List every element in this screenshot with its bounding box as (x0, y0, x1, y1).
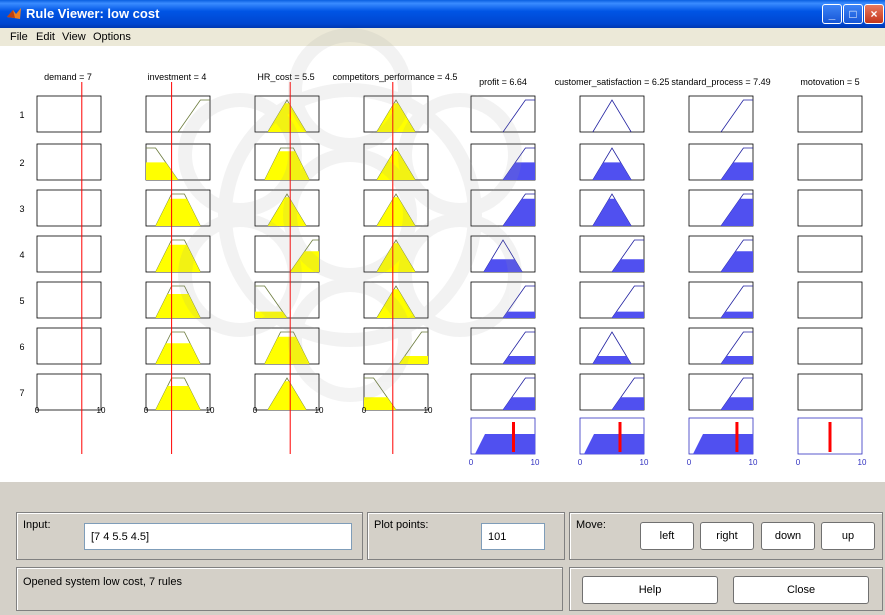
minimize-button[interactable]: _ (822, 4, 842, 24)
rule-number-6: 6 (19, 342, 24, 352)
input-plot-r1-c1 (36, 95, 102, 133)
input-plot-r6-c1 (36, 327, 102, 365)
input-plot-r1-c2 (145, 95, 211, 133)
menu-bar: File Edit View Options (0, 28, 885, 46)
move-left-button[interactable]: left (640, 522, 694, 550)
help-button[interactable]: Help (582, 576, 718, 604)
move-panel: Move: left right down up (569, 512, 883, 560)
output-plot-r3-c4 (797, 189, 863, 227)
input-plot-r2-c1 (36, 143, 102, 181)
rule-number-4: 4 (19, 250, 24, 260)
input-axis-max-1: 10 (97, 406, 106, 415)
rule-number-3: 3 (19, 204, 24, 214)
move-label: Move: (576, 519, 606, 531)
input-plot-r5-c1 (36, 281, 102, 319)
aggregate-fill-1 (475, 434, 535, 454)
input-axis-min-2: 0 (144, 406, 149, 415)
output-plot-r5-c4 (797, 281, 863, 319)
window-title: Rule Viewer: low cost (26, 6, 160, 21)
input-axis-max-4: 10 (424, 406, 433, 415)
menu-edit[interactable]: Edit (36, 31, 55, 43)
output-plot-r1-c3 (688, 95, 754, 133)
close-window-button[interactable]: × (864, 4, 884, 24)
output-axis-min-1: 0 (469, 458, 474, 467)
move-up-button[interactable]: up (821, 522, 875, 550)
output-plot-r6-c4 (797, 327, 863, 365)
input-axis-min-4: 0 (362, 406, 367, 415)
rule-canvas: demand = 7 investment = 4 HR_cost = 5.5 com… (0, 46, 885, 482)
output-label-1: profit = 6.64 (479, 77, 527, 87)
output-axis-max-4: 10 (858, 458, 867, 467)
output-plot-r2-c4 (797, 143, 863, 181)
input-label: Input: (23, 519, 51, 531)
rule-plot-area[interactable]: demand = 7 investment = 4 HR_cost = 5.5 com… (0, 46, 885, 482)
maximize-button[interactable]: □ (843, 4, 863, 24)
output-axis-min-3: 0 (687, 458, 692, 467)
output-plot-r7-c4 (797, 373, 863, 411)
input-axis-min-1: 0 (35, 406, 40, 415)
output-plot-r1-c4 (797, 95, 863, 133)
plot-points-label: Plot points: (374, 519, 429, 531)
input-panel: Input: [7 4 5.5 4.5] (16, 512, 363, 560)
plot-points-field[interactable]: 101 (481, 523, 545, 550)
rule-number-7: 7 (19, 388, 24, 398)
rule-number-2: 2 (19, 158, 24, 168)
rule-number-1: 1 (19, 110, 24, 120)
input-plot-r3-c1 (36, 189, 102, 227)
input-label-1: demand = 7 (44, 72, 92, 82)
aggregate-fill-2 (584, 434, 644, 454)
rule-number-5: 5 (19, 296, 24, 306)
control-area: Input: [7 4 5.5 4.5] Plot points: 101 Mo… (0, 482, 885, 615)
menu-options[interactable]: Options (93, 31, 131, 43)
input-label-4: competitors_performance = 4.5 (333, 72, 458, 82)
input-label-3: HR_cost = 5.5 (257, 72, 314, 82)
output-axis-max-1: 10 (531, 458, 540, 467)
input-axis-max-2: 10 (206, 406, 215, 415)
input-plot-r4-c1 (36, 235, 102, 273)
close-button[interactable]: Close (733, 576, 869, 604)
output-axis-max-3: 10 (749, 458, 758, 467)
input-plot-r7-c1 (36, 373, 102, 411)
menu-file[interactable]: File (10, 31, 28, 43)
aggregate-fill-3 (693, 434, 753, 454)
output-plot-r1-c1 (470, 95, 536, 133)
input-axis-max-3: 10 (315, 406, 324, 415)
title-bar: Rule Viewer: low cost _ □ × (0, 0, 885, 28)
move-down-button[interactable]: down (761, 522, 815, 550)
output-axis-max-2: 10 (640, 458, 649, 467)
output-label-2: customer_satisfaction = 6.25 (555, 77, 670, 87)
plot-points-panel: Plot points: 101 (367, 512, 565, 560)
output-plot-r1-c2 (579, 95, 645, 133)
menu-view[interactable]: View (62, 31, 86, 43)
status-panel: Opened system low cost, 7 rules (16, 567, 563, 611)
move-right-button[interactable]: right (700, 522, 754, 550)
output-label-3: standard_process = 7.49 (671, 77, 770, 87)
output-axis-min-4: 0 (796, 458, 801, 467)
status-text: Opened system low cost, 7 rules (23, 576, 182, 588)
output-label-4: motovation = 5 (800, 77, 859, 87)
input-vector-field[interactable]: [7 4 5.5 4.5] (84, 523, 352, 550)
output-axis-min-2: 0 (578, 458, 583, 467)
matlab-icon (7, 8, 21, 19)
output-plot-r4-c4 (797, 235, 863, 273)
action-panel: Help Close (569, 567, 883, 611)
input-axis-min-3: 0 (253, 406, 258, 415)
input-label-2: investment = 4 (148, 72, 207, 82)
